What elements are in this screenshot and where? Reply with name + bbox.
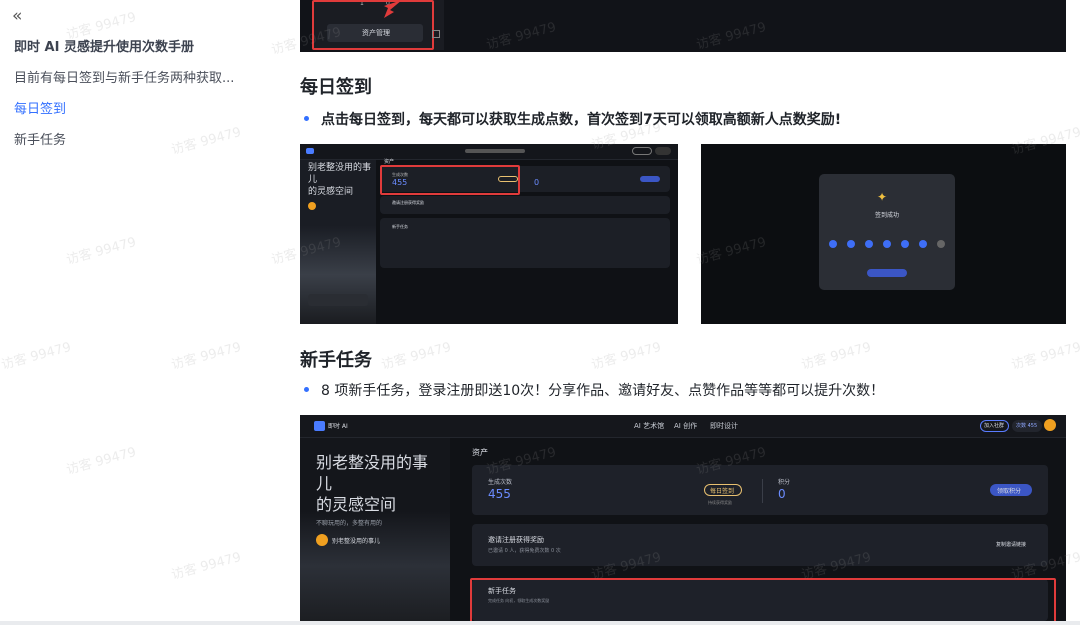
join-community-button: 加入社群: [984, 423, 1005, 429]
daily-signin-text: 点击每日签到，每天都可以获取生成点数，首次签到7天可以领取高额新人点数奖励!: [321, 112, 842, 128]
bottom-scroll-bar: [0, 621, 1080, 625]
invite-label: 邀请注册获得奖励: [392, 200, 424, 205]
invite-subtext: 已邀请 0 人，获得免费次数 0 次: [488, 548, 561, 554]
doc-content: 1 0 资产管理 每日签到 点击每日签到，每天都可以获取生成点数，首次签到7天可…: [300, 0, 1066, 625]
user-avatar: [1044, 419, 1056, 431]
nav-ai-create: AI 创作: [674, 422, 698, 430]
heading-daily-signin: 每日签到: [300, 77, 372, 98]
newbie-tasks-screenshot: 即时 AI AI 艺术馆 AI 创作 即时设计 加入社群 次数 455 别老整没…: [300, 415, 1066, 621]
tasks-title: 新手任务: [488, 587, 516, 595]
hero-line-1: 别老整没用的事: [308, 163, 372, 173]
day-row: [829, 240, 945, 250]
arrow-icon: [384, 0, 402, 18]
heading-newbie-tasks: 新手任务: [300, 350, 372, 371]
doc-page: « 即时 AI 灵感提升使用次数手册 目前有每日签到与新手任务两种获取... 每…: [0, 0, 1080, 625]
signin-success-text: 签到成功: [875, 212, 900, 219]
top-screenshot: 1 0 资产管理: [300, 0, 1066, 52]
app-logo-text: 即时 AI: [328, 423, 348, 430]
highlight-box-daily: [380, 165, 520, 195]
daily-signin-screenshot-left: 别老整没用的事 儿 的灵感空间 资产 生成次数 455 0 邀请注册获得奖励 新…: [300, 144, 678, 324]
count-chip: 次数 455: [1016, 423, 1038, 429]
signin-subtext: 持续获得奖励: [708, 500, 732, 505]
asset-label: 资产: [384, 159, 395, 165]
invite-title: 邀请注册获得奖励: [488, 536, 544, 544]
toc-item-intro[interactable]: 目前有每日签到与新手任务两种获取...: [14, 67, 246, 86]
hero-line-3: 的灵感空间: [308, 187, 354, 197]
collapse-sidebar-icon[interactable]: «: [12, 6, 22, 26]
tasks-subtext: 完成任务 向初，领取生成次数奖励: [488, 598, 550, 603]
grid-icon: [432, 30, 440, 38]
points-value: 0: [534, 178, 540, 187]
copy-invite-link: 复制邀请链接: [996, 542, 1027, 548]
ok-button: [867, 269, 907, 277]
newbie-tasks-bullet: 8 项新手任务，登录注册即送10次！分享作品、邀请好友、点赞作品等等都可以提升次…: [304, 380, 884, 400]
nav-instant-design: 即时设计: [710, 422, 738, 430]
toc-doc-title[interactable]: 即时 AI 灵感提升使用次数手册: [14, 36, 246, 55]
points-value: 0: [778, 487, 786, 501]
points-label: 积分: [778, 479, 791, 486]
avatar-icon: [308, 202, 316, 210]
asset-manage-button: 资产管理: [362, 29, 390, 37]
asset-label: 资产: [472, 448, 488, 457]
bullet-dot-icon: [304, 115, 309, 121]
nav-ai-gallery: AI 艺术馆: [634, 422, 665, 430]
daily-signin-bullet: 点击每日签到，每天都可以获取生成点数，首次签到7天可以领取高额新人点数奖励!: [304, 109, 841, 129]
hero-tagline: 不聊玩用的，多整有用的: [316, 520, 383, 527]
highlight-box-tasks: [470, 578, 1056, 621]
bullet-dot-icon: [304, 386, 309, 392]
toc-item-newbie-tasks[interactable]: 新手任务: [14, 129, 246, 148]
count-label: 生成次数: [488, 479, 513, 486]
count-value: 455: [488, 487, 511, 501]
hero-line-1: 别老整没用的事: [316, 453, 429, 472]
logo-icon: [306, 148, 314, 154]
logo-icon: [314, 421, 325, 431]
toc-item-daily-signin[interactable]: 每日签到: [14, 98, 246, 117]
daily-signin-screenshot-right: ✦ 签到成功: [701, 144, 1066, 324]
hero-badge-text: 别老整没用的事儿: [332, 538, 381, 545]
newbie-tasks-text: 8 项新手任务，登录注册即送10次！分享作品、邀请好友、点赞作品等等都可以提升次…: [321, 383, 885, 399]
toc-sidebar: « 即时 AI 灵感提升使用次数手册 目前有每日签到与新手任务两种获取... 每…: [0, 0, 260, 625]
badge-avatar: [316, 534, 328, 546]
daily-signin-button: 每日签到: [710, 488, 735, 495]
party-icon: ✦: [877, 190, 888, 204]
tasks-label: 新手任务: [392, 224, 408, 229]
redeem-points-button: 领取积分: [997, 488, 1022, 495]
hero-line-3: 的灵感空间: [316, 495, 397, 514]
